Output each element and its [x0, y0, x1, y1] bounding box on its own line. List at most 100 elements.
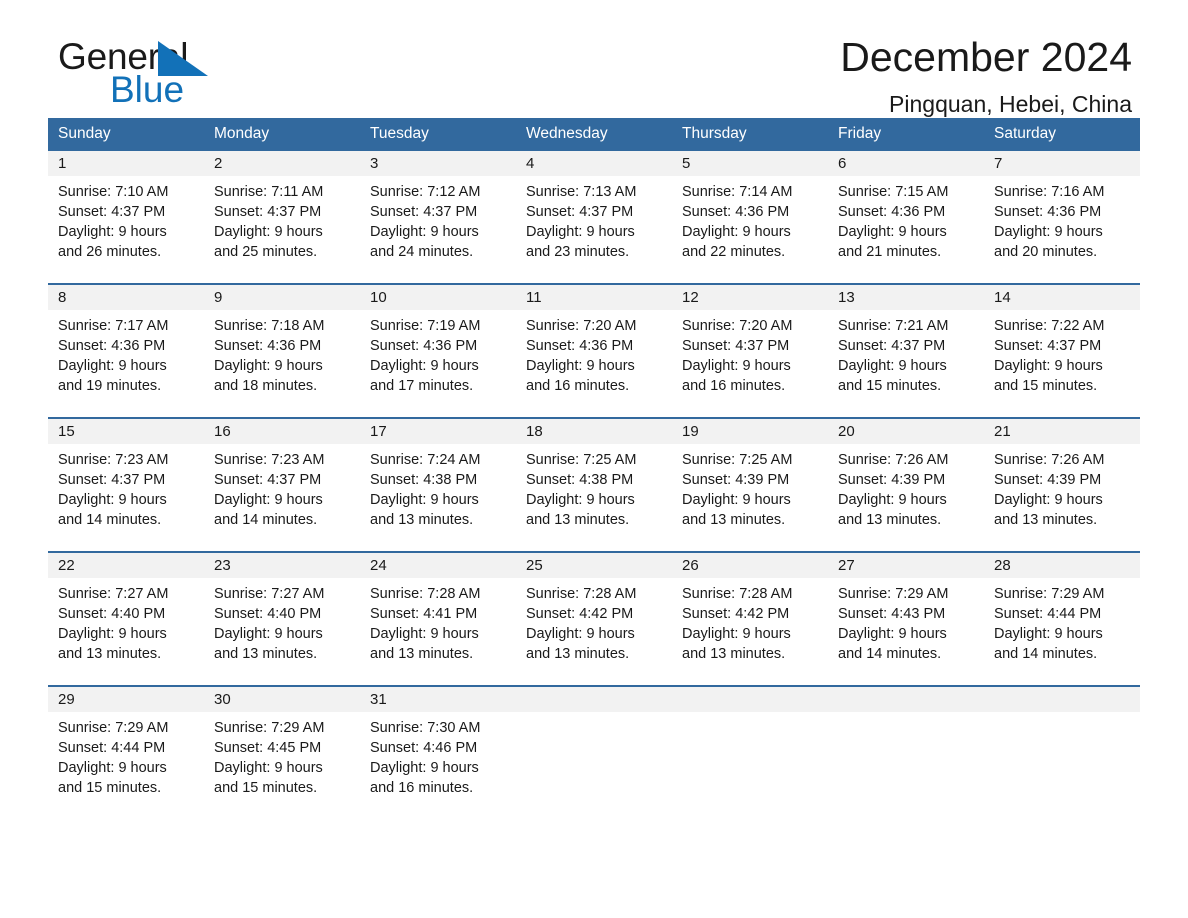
- dow-monday: Monday: [214, 125, 270, 142]
- page-title: December 2024: [840, 34, 1132, 80]
- sunrise-text: Sunrise: 7:28 AM: [370, 586, 481, 602]
- dow-sunday: Sunday: [58, 125, 111, 142]
- day-cell[interactable]: Sunrise: 7:20 AM Sunset: 4:36 PM Dayligh…: [516, 310, 672, 407]
- day-number[interactable]: 13: [828, 285, 984, 310]
- day-cell[interactable]: Sunrise: 7:19 AM Sunset: 4:36 PM Dayligh…: [360, 310, 516, 407]
- day-number[interactable]: 10: [360, 285, 516, 310]
- day-number[interactable]: 7: [984, 151, 1140, 176]
- day-cell[interactable]: Sunrise: 7:29 AM Sunset: 4:45 PM Dayligh…: [204, 712, 360, 809]
- dow-friday: Friday: [838, 125, 882, 142]
- sunrise-text: Sunrise: 7:19 AM: [370, 318, 481, 334]
- daylight-text-line1: Daylight: 9 hours: [58, 224, 167, 240]
- daylight-text-line2: and 26 minutes.: [58, 244, 162, 260]
- sunset-text: Sunset: 4:36 PM: [526, 338, 634, 354]
- day-number[interactable]: 27: [828, 553, 984, 578]
- day-number[interactable]: 21: [984, 419, 1140, 444]
- day-cell[interactable]: Sunrise: 7:27 AM Sunset: 4:40 PM Dayligh…: [204, 578, 360, 675]
- sunrise-text: Sunrise: 7:29 AM: [58, 720, 169, 736]
- day-cell[interactable]: Sunrise: 7:28 AM Sunset: 4:42 PM Dayligh…: [672, 578, 828, 675]
- day-cell[interactable]: Sunrise: 7:10 AM Sunset: 4:37 PM Dayligh…: [48, 176, 204, 273]
- sunset-text: Sunset: 4:37 PM: [214, 204, 322, 220]
- day-number[interactable]: 8: [48, 285, 204, 310]
- week-spacer: [48, 407, 1140, 417]
- week-day-numbers: 1 2 3 4 5 6 7: [48, 151, 1140, 176]
- day-cell[interactable]: Sunrise: 7:22 AM Sunset: 4:37 PM Dayligh…: [984, 310, 1140, 407]
- day-number[interactable]: 20: [828, 419, 984, 444]
- sunrise-text: Sunrise: 7:21 AM: [838, 318, 949, 334]
- sunrise-text: Sunrise: 7:27 AM: [214, 586, 325, 602]
- day-number[interactable]: 24: [360, 553, 516, 578]
- daylight-text-line2: and 13 minutes.: [682, 646, 786, 662]
- week-day-details: Sunrise: 7:17 AM Sunset: 4:36 PM Dayligh…: [48, 310, 1140, 407]
- sunrise-text: Sunrise: 7:23 AM: [58, 452, 169, 468]
- day-cell[interactable]: Sunrise: 7:29 AM Sunset: 4:44 PM Dayligh…: [984, 578, 1140, 675]
- day-number[interactable]: 17: [360, 419, 516, 444]
- sunset-text: Sunset: 4:37 PM: [838, 338, 946, 354]
- daylight-text-line1: Daylight: 9 hours: [838, 492, 947, 508]
- day-cell[interactable]: Sunrise: 7:28 AM Sunset: 4:41 PM Dayligh…: [360, 578, 516, 675]
- day-number[interactable]: 23: [204, 553, 360, 578]
- day-cell[interactable]: Sunrise: 7:21 AM Sunset: 4:37 PM Dayligh…: [828, 310, 984, 407]
- day-number[interactable]: 19: [672, 419, 828, 444]
- day-cell[interactable]: Sunrise: 7:18 AM Sunset: 4:36 PM Dayligh…: [204, 310, 360, 407]
- daylight-text-line1: Daylight: 9 hours: [58, 358, 167, 374]
- day-cell[interactable]: Sunrise: 7:29 AM Sunset: 4:43 PM Dayligh…: [828, 578, 984, 675]
- day-cell[interactable]: Sunrise: 7:26 AM Sunset: 4:39 PM Dayligh…: [828, 444, 984, 541]
- sunset-text: Sunset: 4:46 PM: [370, 740, 478, 756]
- sunrise-text: Sunrise: 7:24 AM: [370, 452, 481, 468]
- day-cell[interactable]: Sunrise: 7:29 AM Sunset: 4:44 PM Dayligh…: [48, 712, 204, 809]
- day-number[interactable]: 9: [204, 285, 360, 310]
- day-number[interactable]: 16: [204, 419, 360, 444]
- daylight-text-line1: Daylight: 9 hours: [994, 358, 1103, 374]
- day-number[interactable]: 6: [828, 151, 984, 176]
- day-cell[interactable]: Sunrise: 7:26 AM Sunset: 4:39 PM Dayligh…: [984, 444, 1140, 541]
- day-cell[interactable]: Sunrise: 7:17 AM Sunset: 4:36 PM Dayligh…: [48, 310, 204, 407]
- day-cell[interactable]: Sunrise: 7:13 AM Sunset: 4:37 PM Dayligh…: [516, 176, 672, 273]
- daylight-text-line1: Daylight: 9 hours: [526, 626, 635, 642]
- day-number[interactable]: 11: [516, 285, 672, 310]
- day-cell[interactable]: Sunrise: 7:27 AM Sunset: 4:40 PM Dayligh…: [48, 578, 204, 675]
- day-number[interactable]: 15: [48, 419, 204, 444]
- calendar-week-row: 8 9 10 11 12 13 14 Sunrise: 7:17 AM Suns…: [48, 283, 1140, 407]
- day-number[interactable]: 30: [204, 687, 360, 712]
- day-number[interactable]: 31: [360, 687, 516, 712]
- sunrise-text: Sunrise: 7:30 AM: [370, 720, 481, 736]
- day-number[interactable]: 5: [672, 151, 828, 176]
- day-cell[interactable]: Sunrise: 7:23 AM Sunset: 4:37 PM Dayligh…: [204, 444, 360, 541]
- sunrise-text: Sunrise: 7:26 AM: [994, 452, 1105, 468]
- day-cell[interactable]: Sunrise: 7:25 AM Sunset: 4:39 PM Dayligh…: [672, 444, 828, 541]
- sunrise-text: Sunrise: 7:26 AM: [838, 452, 949, 468]
- daylight-text-line1: Daylight: 9 hours: [838, 358, 947, 374]
- day-number[interactable]: 18: [516, 419, 672, 444]
- day-cell[interactable]: Sunrise: 7:12 AM Sunset: 4:37 PM Dayligh…: [360, 176, 516, 273]
- day-cell[interactable]: Sunrise: 7:28 AM Sunset: 4:42 PM Dayligh…: [516, 578, 672, 675]
- daylight-text-line1: Daylight: 9 hours: [526, 358, 635, 374]
- day-number[interactable]: 12: [672, 285, 828, 310]
- daylight-text-line2: and 13 minutes.: [526, 646, 630, 662]
- day-number[interactable]: 26: [672, 553, 828, 578]
- day-number[interactable]: 29: [48, 687, 204, 712]
- day-cell[interactable]: Sunrise: 7:14 AM Sunset: 4:36 PM Dayligh…: [672, 176, 828, 273]
- day-number[interactable]: 3: [360, 151, 516, 176]
- day-cell[interactable]: Sunrise: 7:25 AM Sunset: 4:38 PM Dayligh…: [516, 444, 672, 541]
- day-cell[interactable]: Sunrise: 7:16 AM Sunset: 4:36 PM Dayligh…: [984, 176, 1140, 273]
- day-number[interactable]: 2: [204, 151, 360, 176]
- day-number[interactable]: 28: [984, 553, 1140, 578]
- day-number[interactable]: 25: [516, 553, 672, 578]
- week-day-details: Sunrise: 7:27 AM Sunset: 4:40 PM Dayligh…: [48, 578, 1140, 675]
- day-number[interactable]: 4: [516, 151, 672, 176]
- day-cell[interactable]: Sunrise: 7:15 AM Sunset: 4:36 PM Dayligh…: [828, 176, 984, 273]
- day-cell[interactable]: Sunrise: 7:20 AM Sunset: 4:37 PM Dayligh…: [672, 310, 828, 407]
- day-number[interactable]: 22: [48, 553, 204, 578]
- daylight-text-line2: and 13 minutes.: [682, 512, 786, 528]
- day-cell[interactable]: Sunrise: 7:24 AM Sunset: 4:38 PM Dayligh…: [360, 444, 516, 541]
- day-number[interactable]: 1: [48, 151, 204, 176]
- daylight-text-line1: Daylight: 9 hours: [370, 760, 479, 776]
- day-cell[interactable]: Sunrise: 7:30 AM Sunset: 4:46 PM Dayligh…: [360, 712, 516, 809]
- daylight-text-line2: and 16 minutes.: [682, 378, 786, 394]
- day-cell[interactable]: Sunrise: 7:11 AM Sunset: 4:37 PM Dayligh…: [204, 176, 360, 273]
- day-cell[interactable]: Sunrise: 7:23 AM Sunset: 4:37 PM Dayligh…: [48, 444, 204, 541]
- daylight-text-line1: Daylight: 9 hours: [370, 492, 479, 508]
- day-number[interactable]: 14: [984, 285, 1140, 310]
- daylight-text-line1: Daylight: 9 hours: [682, 626, 791, 642]
